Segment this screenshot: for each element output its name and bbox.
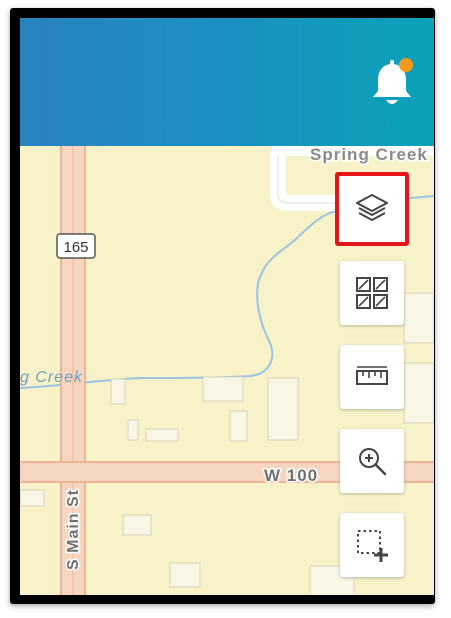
street-label-w100: W 100 (264, 466, 318, 485)
water-label-creek: g Creek (20, 369, 83, 386)
ruler-icon (356, 366, 388, 385)
app-header (20, 18, 434, 146)
measure-button[interactable] (340, 345, 404, 409)
layers-icon (356, 194, 388, 221)
road-shield-label: 165 (63, 239, 88, 256)
street-label-spring-creek: Spring Creek (310, 145, 428, 164)
notification-badge (399, 58, 413, 72)
zoom-in-button[interactable] (340, 429, 404, 493)
select-add-icon (357, 530, 388, 562)
select-area-button[interactable] (340, 513, 404, 577)
notifications-button[interactable] (370, 58, 414, 110)
app-screen: 165 Spring Creek W 100 S Main St g Creek (20, 18, 434, 595)
grid-gallery-icon (356, 277, 388, 309)
zoom-in-icon (359, 448, 387, 476)
basemap-gallery-button[interactable] (340, 261, 404, 325)
layers-button[interactable] (335, 172, 409, 246)
street-label-s-main-st: S Main St (65, 489, 82, 570)
